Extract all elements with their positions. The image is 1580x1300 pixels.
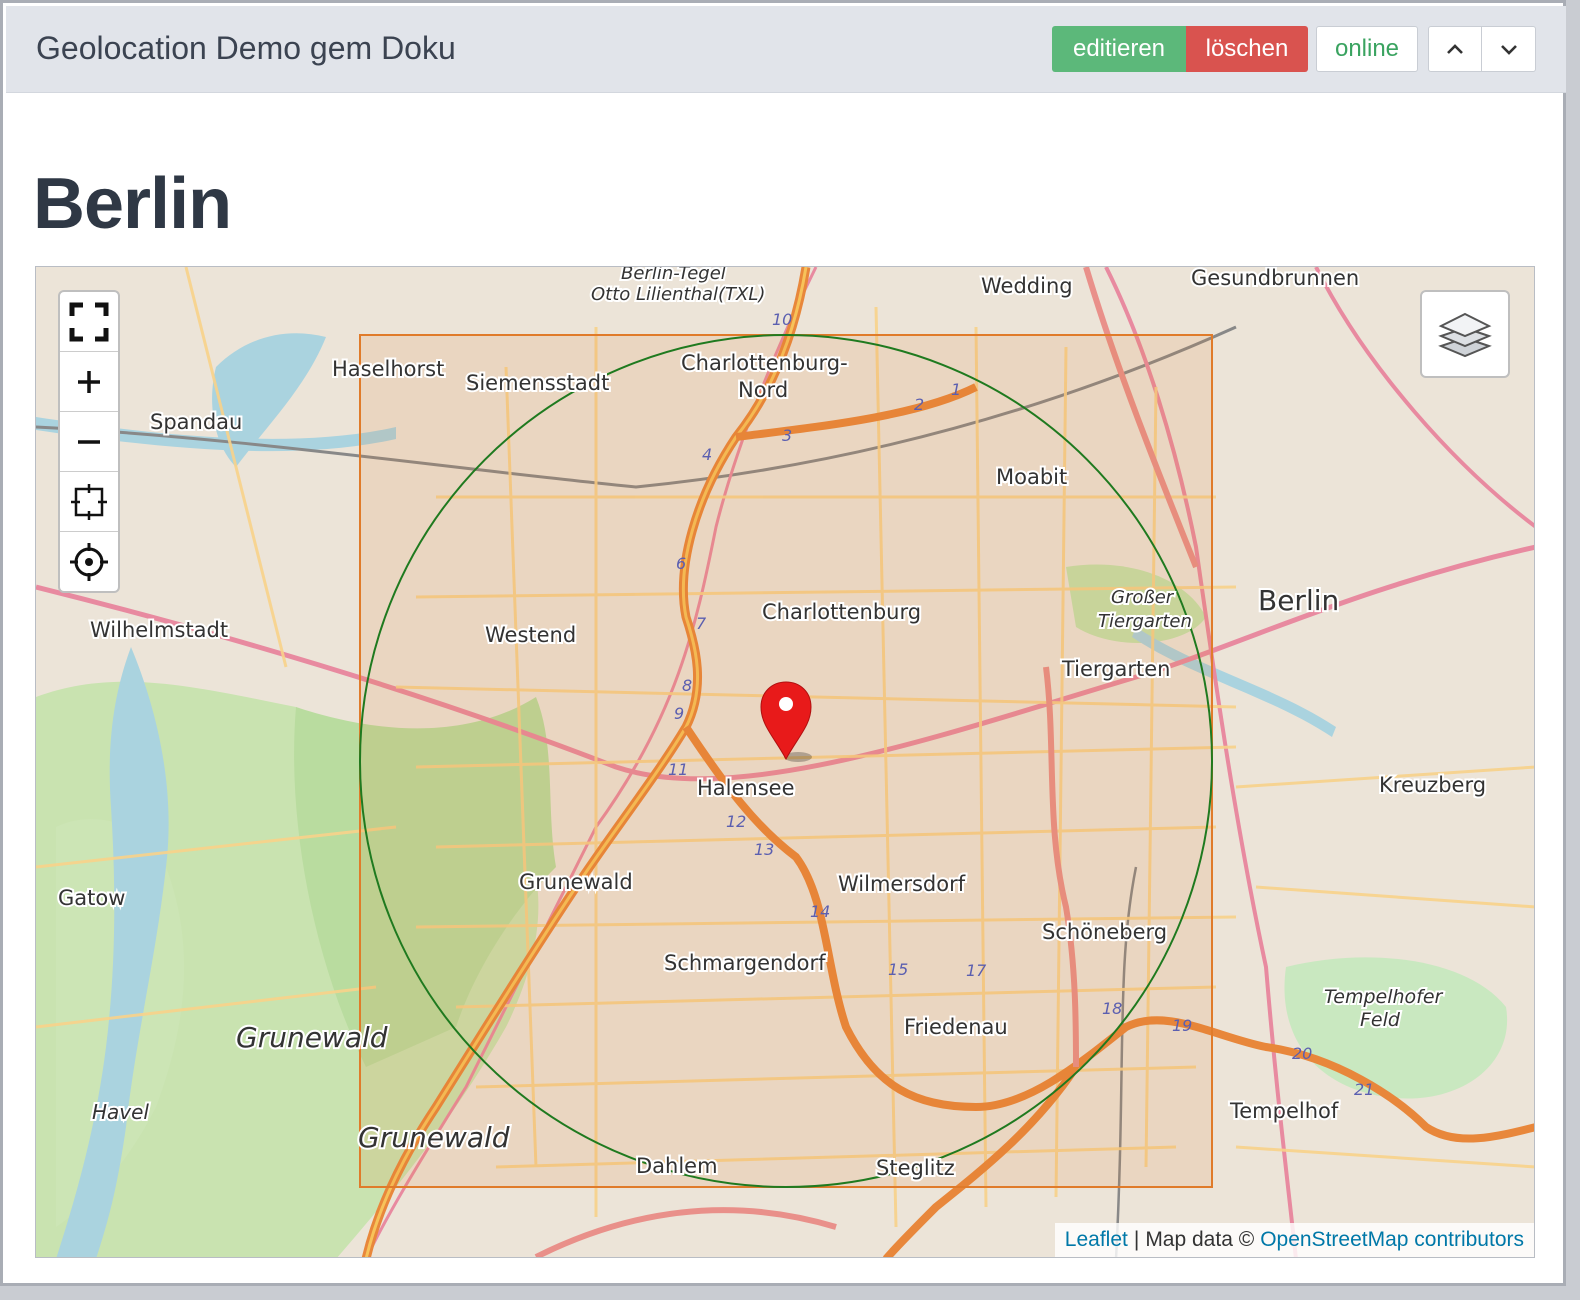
map-label: Otto Lilienthal(TXL) (591, 284, 765, 305)
road-number: 18 (1102, 999, 1122, 1018)
map-tiles[interactable]: Berlin-Tegel Otto Lilienthal(TXL) Weddin… (36, 267, 1535, 1258)
road-number: 19 (1172, 1016, 1192, 1035)
move-down-button[interactable] (1482, 26, 1536, 72)
osm-link[interactable]: OpenStreetMap contributors (1260, 1228, 1524, 1252)
map-label: Nord (738, 378, 788, 402)
attribution-text: Map data © (1145, 1228, 1255, 1251)
road-number: 3 (782, 426, 792, 445)
road-number: 9 (674, 704, 684, 723)
road-number: 12 (726, 812, 746, 831)
map-label: Wilmersdorf (838, 872, 966, 896)
road-number: 1 (951, 380, 961, 399)
map-label: Tempelhofer (1324, 986, 1444, 1008)
map-label: Haselhorst (332, 357, 444, 381)
road-number: 4 (702, 445, 712, 464)
delete-button[interactable]: löschen (1186, 26, 1308, 72)
road-number: 7 (696, 614, 707, 633)
map-label: Berlin-Tegel (621, 267, 726, 284)
map-controls (58, 290, 120, 593)
map-label: Charlottenburg- (681, 351, 848, 375)
map-label: Friedenau (904, 1015, 1008, 1039)
map-label: Tiergarten (1061, 657, 1171, 681)
map-label: Spandau (150, 410, 242, 434)
zoom-out-icon (78, 439, 100, 444)
map-label: Gatow (58, 886, 125, 910)
locate-icon (70, 542, 108, 581)
content-card: Geolocation Demo gem Doku editieren lösc… (0, 0, 1566, 1286)
road-number: 2 (914, 395, 924, 414)
page-title: Berlin (33, 164, 232, 244)
road-number: 20 (1292, 1044, 1312, 1063)
card-title: Geolocation Demo gem Doku (36, 30, 456, 66)
map-label: Westend (485, 623, 576, 647)
map-view[interactable]: Berlin-Tegel Otto Lilienthal(TXL) Weddin… (35, 266, 1535, 1258)
fit-bounds-button[interactable] (60, 472, 118, 532)
online-button[interactable]: online (1316, 26, 1418, 72)
chevron-down-icon (1500, 45, 1517, 55)
road-number: 6 (676, 554, 686, 573)
map-label: Schmargendorf (664, 951, 826, 975)
map-label: Steglitz (876, 1156, 955, 1180)
locate-button[interactable] (60, 532, 118, 591)
fullscreen-button[interactable] (60, 292, 118, 352)
fit-bounds-icon (71, 483, 107, 520)
map-label: Grunewald (358, 1121, 510, 1154)
map-label: Grunewald (519, 870, 633, 894)
map-label: Wilhelmstadt (90, 618, 228, 642)
zoom-in-button[interactable] (60, 352, 118, 412)
leaflet-link[interactable]: Leaflet (1065, 1228, 1128, 1252)
road-number: 15 (888, 960, 908, 979)
map-label: Kreuzberg (1379, 773, 1486, 797)
fullscreen-icon (69, 302, 109, 341)
zoom-in-icon (78, 370, 100, 393)
map-label: Gesundbrunnen (1191, 267, 1359, 290)
map-label: Tempelhof (1229, 1099, 1339, 1123)
road-number: 21 (1354, 1080, 1374, 1099)
road-number: 10 (772, 310, 792, 329)
road-number: 8 (682, 676, 692, 695)
zoom-out-button[interactable] (60, 412, 118, 472)
road-number: 11 (668, 760, 688, 779)
map-label: Charlottenburg (762, 600, 921, 624)
map-label: Tiergarten (1098, 611, 1192, 632)
map-label: Berlin (1258, 584, 1339, 617)
map-label: Feld (1360, 1009, 1401, 1031)
move-up-button[interactable] (1428, 26, 1482, 72)
map-label: Schöneberg (1042, 920, 1167, 944)
map-label: Großer (1111, 587, 1175, 608)
attribution-separator: | (1133, 1228, 1140, 1251)
layers-button[interactable] (1420, 290, 1510, 378)
map-label: Wedding (981, 274, 1073, 298)
edit-button[interactable]: editieren (1052, 26, 1186, 72)
chevron-up-icon (1447, 44, 1463, 54)
road-number: 13 (754, 840, 774, 859)
road-number: 14 (810, 902, 830, 921)
map-attribution: Leaflet | Map data © OpenStreetMap contr… (1054, 1223, 1534, 1257)
map-label: Siemensstadt (466, 371, 609, 395)
map-label: Grunewald (236, 1021, 388, 1054)
map-label: Dahlem (636, 1154, 718, 1178)
card-header: Geolocation Demo gem Doku editieren lösc… (6, 6, 1566, 93)
map-label: Halensee (697, 776, 795, 800)
map-label: Moabit (996, 465, 1067, 489)
layers-icon (1438, 312, 1492, 358)
map-label: Havel (92, 1100, 149, 1124)
road-number: 17 (966, 961, 987, 980)
